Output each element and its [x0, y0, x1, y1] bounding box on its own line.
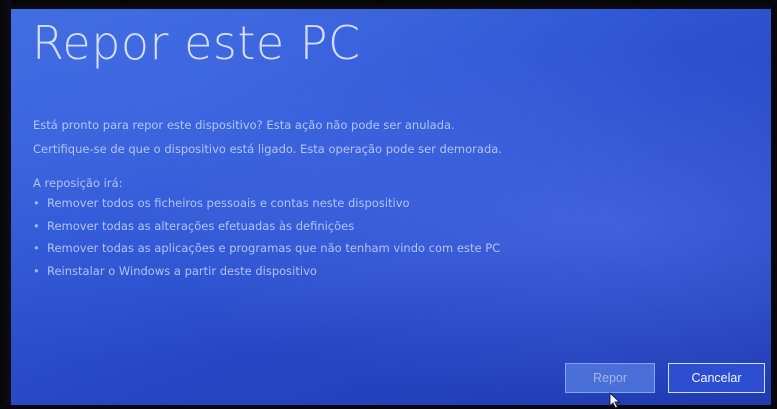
monitor-bezel-right [771, 0, 777, 409]
monitor-bezel-left [0, 0, 11, 409]
reset-actions-list: • Remover todos os ficheiros pessoais e c… [33, 196, 500, 286]
page-title: Repor este PC [32, 16, 361, 70]
list-item: • Remover todas as alterações efetuadas à… [33, 219, 500, 242]
confirm-message: Está pronto para repor este dispositivo?… [33, 118, 455, 132]
bullet-icon: • [33, 196, 40, 210]
reset-button[interactable]: Repor [565, 363, 655, 393]
bullet-icon: • [33, 263, 40, 278]
warning-message: Certifique-se de que o dispositivo está … [33, 142, 502, 156]
list-item: • Reinstalar o Windows a partir deste dis… [33, 264, 500, 287]
list-item: • Remover todas as aplicações e programas… [33, 241, 500, 264]
list-item-text: Remover todos os ficheiros pessoais e co… [47, 196, 410, 210]
reset-pc-screen: Repor este PC Está pronto para repor est… [0, 0, 777, 409]
list-item: • Remover todos os ficheiros pessoais e c… [33, 196, 500, 219]
cancel-button[interactable]: Cancelar [668, 363, 765, 393]
list-item-text: Remover todas as aplicações e programas … [47, 241, 501, 255]
list-intro: A reposição irá: [33, 176, 123, 190]
monitor-bezel-top [0, 0, 777, 9]
bullet-icon: • [33, 218, 40, 233]
bullet-icon: • [33, 241, 40, 255]
list-item-text: Reinstalar o Windows a partir deste disp… [47, 263, 317, 278]
mouse-pointer-icon [609, 392, 621, 409]
monitor-bezel-bottom [0, 405, 777, 409]
list-item-text: Remover todas as alterações efetuadas às… [47, 218, 355, 233]
